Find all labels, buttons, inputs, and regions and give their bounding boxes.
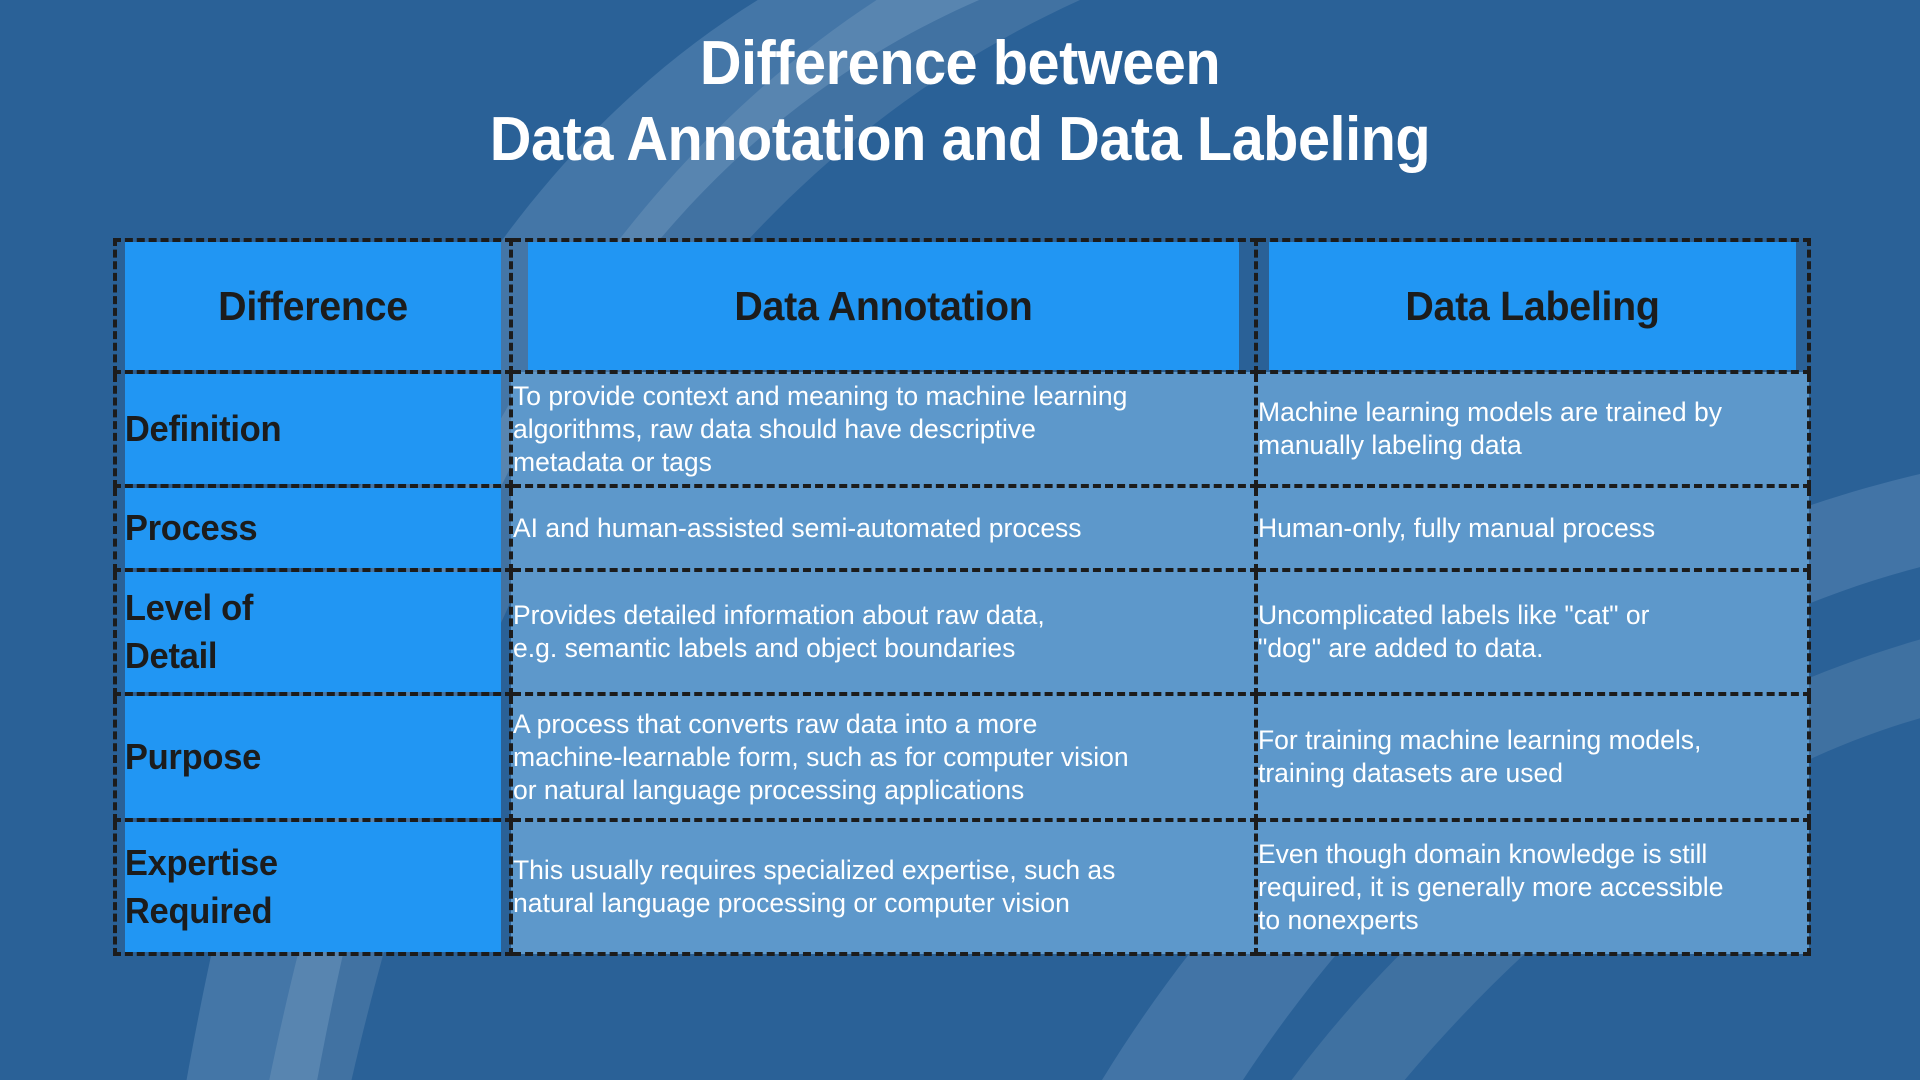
cell-expertise-required-labeling-text: Even though domain knowledge is still re… <box>1258 838 1724 935</box>
row-label-expertise-required: Expertise Required <box>120 818 506 956</box>
cell-level-of-detail-annotation: Provides detailed information about raw … <box>509 568 1258 696</box>
cell-level-of-detail-labeling: Uncomplicated labels like "cat" or "dog"… <box>1254 568 1811 696</box>
cell-purpose-labeling: For training machine learning models, tr… <box>1254 692 1811 822</box>
cell-purpose-annotation: A process that converts raw data into a … <box>509 692 1258 822</box>
cell-expertise-required-annotation-text: This usually requires specialized expert… <box>513 855 1116 918</box>
row-label-level-of-detail: Level of Detail <box>120 568 506 696</box>
row-label-process: Process <box>120 484 506 572</box>
cell-level-of-detail-annotation-text: Provides detailed information about raw … <box>513 600 1045 663</box>
table-header-row: Difference Data Annotation Data Labeling <box>115 238 1809 374</box>
column-header-difference: Difference <box>120 238 506 374</box>
cell-process-labeling-text: Human-only, fully manual process <box>1258 512 1656 543</box>
cell-process-annotation: AI and human-assisted semi-automated pro… <box>509 484 1258 572</box>
column-header-data-labeling: Data Labeling <box>1265 238 1800 374</box>
page-title: Difference between Data Annotation and D… <box>0 26 1920 178</box>
cell-process-annotation-text: AI and human-assisted semi-automated pro… <box>513 512 1082 543</box>
row-label-expertise-required-text: Expertise Required <box>124 842 278 931</box>
row-label-purpose: Purpose <box>120 692 506 822</box>
table-row: Level of Detail Provides detailed inform… <box>115 568 1811 696</box>
table-row: Purpose A process that converts raw data… <box>115 692 1811 822</box>
comparison-table: Difference Data Annotation Data Labeling… <box>113 238 1811 956</box>
cell-expertise-required-annotation: This usually requires specialized expert… <box>509 818 1258 956</box>
table-row: Expertise Required This usually requires… <box>115 818 1811 956</box>
column-header-data-annotation: Data Annotation <box>523 238 1244 374</box>
cell-expertise-required-labeling: Even though domain knowledge is still re… <box>1254 818 1811 956</box>
column-header-data-annotation-label: Data Annotation <box>734 282 1033 329</box>
cell-definition-labeling-text: Machine learning models are trained by m… <box>1258 397 1723 460</box>
page-title-line-2: Data Annotation and Data Labeling <box>489 105 1431 174</box>
cell-process-labeling: Human-only, fully manual process <box>1254 484 1811 572</box>
cell-purpose-annotation-text: A process that converts raw data into a … <box>513 708 1129 805</box>
page-title-line-1: Difference between <box>699 29 1221 98</box>
row-label-process-text: Process <box>124 507 258 548</box>
cell-purpose-labeling-text: For training machine learning models, tr… <box>1258 725 1702 788</box>
table-row: Process AI and human-assisted semi-autom… <box>115 484 1811 572</box>
cell-definition-annotation: To provide context and meaning to machin… <box>509 370 1258 488</box>
cell-definition-annotation-text: To provide context and meaning to machin… <box>513 380 1128 477</box>
row-label-purpose-text: Purpose <box>124 736 262 777</box>
cell-level-of-detail-labeling-text: Uncomplicated labels like "cat" or "dog"… <box>1258 600 1650 663</box>
row-label-level-of-detail-text: Level of Detail <box>124 587 254 676</box>
table-row: Definition To provide context and meanin… <box>115 370 1811 488</box>
column-header-data-labeling-label: Data Labeling <box>1405 282 1660 329</box>
row-label-definition: Definition <box>120 370 506 488</box>
column-header-difference-label: Difference <box>218 282 408 329</box>
cell-definition-labeling: Machine learning models are trained by m… <box>1254 370 1811 488</box>
row-label-definition-text: Definition <box>124 408 282 449</box>
